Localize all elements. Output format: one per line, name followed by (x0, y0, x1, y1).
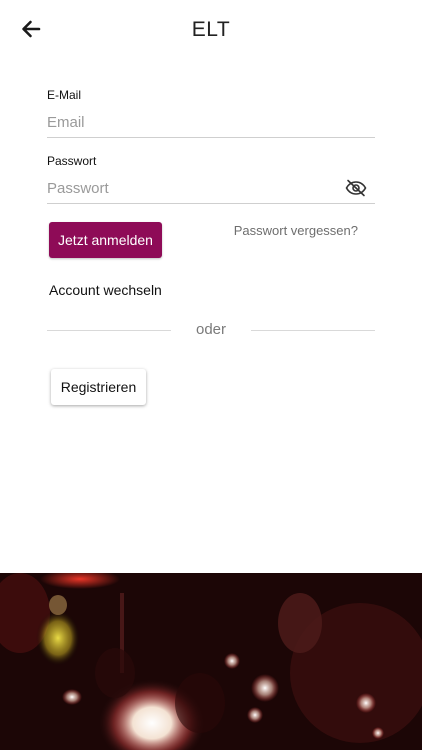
password-label: Passwort (47, 154, 97, 168)
eye-off-icon[interactable] (345, 179, 367, 197)
email-field-group: E-Mail (47, 88, 375, 140)
or-divider: oder (47, 320, 375, 342)
email-label: E-Mail (47, 88, 82, 102)
concert-photo-art (0, 573, 422, 750)
email-input[interactable] (47, 107, 375, 138)
switch-account-link[interactable]: Account wechseln (49, 282, 162, 298)
login-button[interactable]: Jetzt anmelden (49, 222, 162, 258)
concert-photo (0, 573, 422, 750)
app-header: ELT (0, 0, 422, 62)
forgot-password-link[interactable]: Passwort vergessen? (234, 223, 358, 238)
login-screen: ELT E-Mail Passwort Jetzt anmelden Passw… (0, 0, 422, 750)
password-field-group: Passwort (47, 154, 375, 206)
page-title: ELT (191, 18, 231, 41)
register-button[interactable]: Registrieren (51, 369, 146, 405)
password-input[interactable] (47, 173, 375, 204)
divider-line-right (251, 330, 375, 331)
